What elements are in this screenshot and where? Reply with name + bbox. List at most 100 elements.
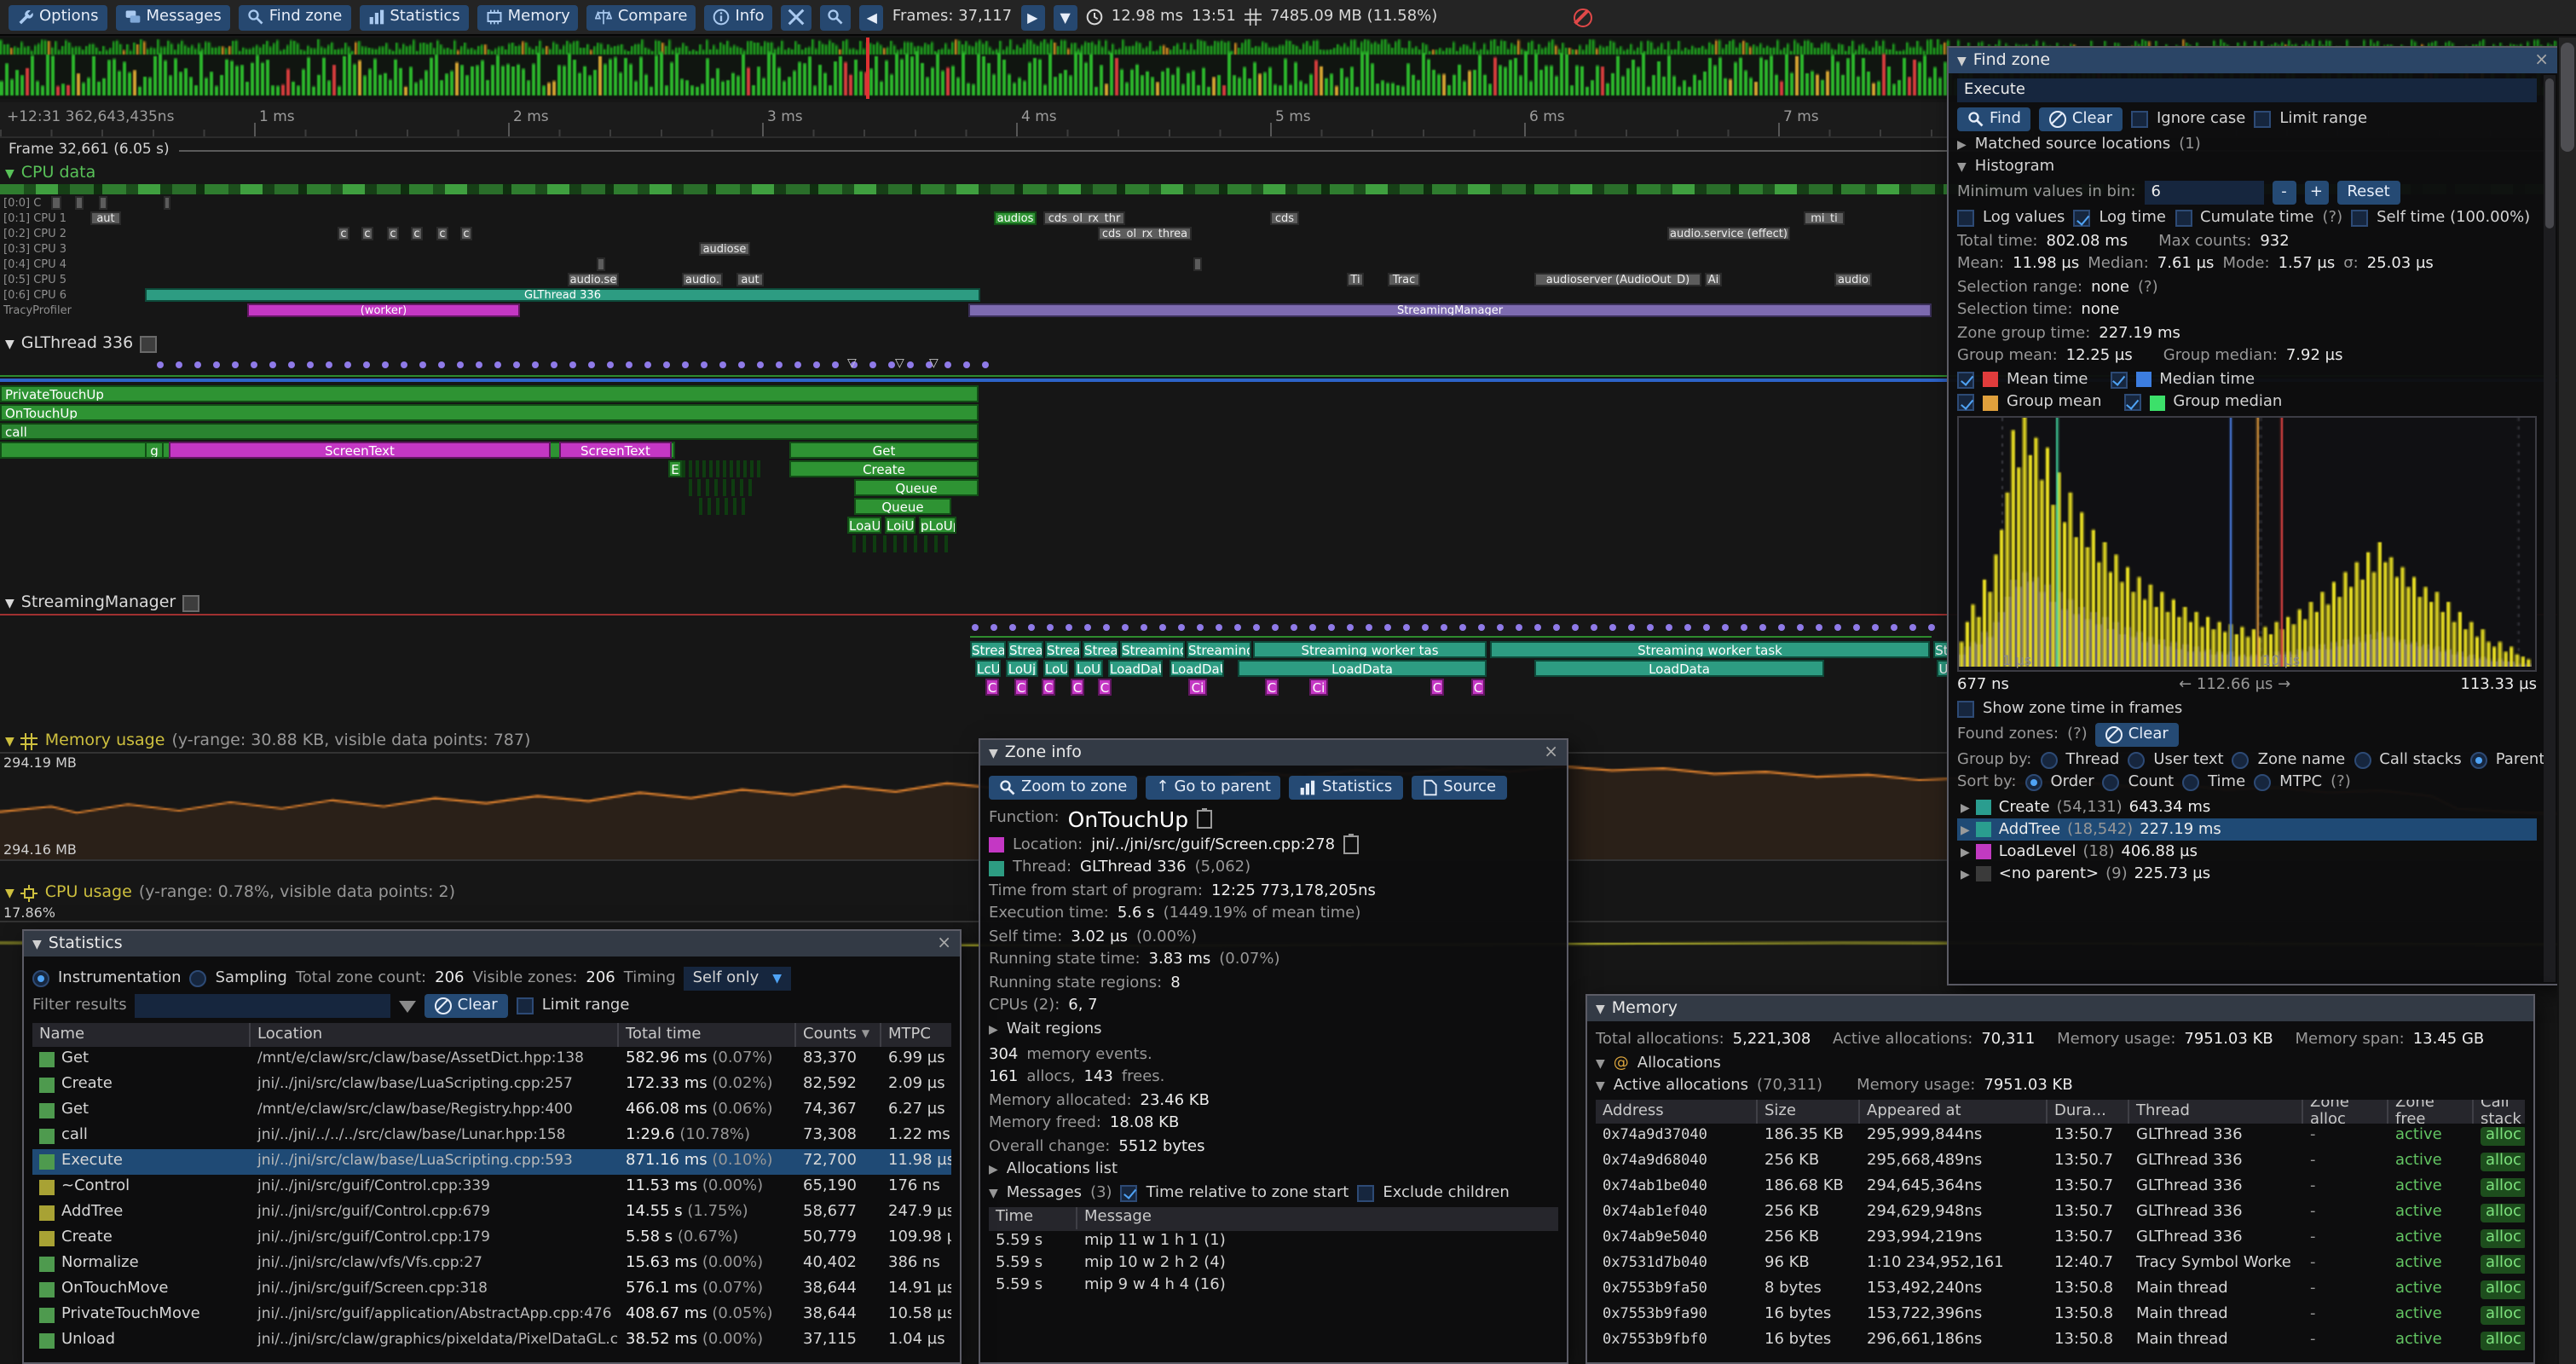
legend-label[interactable]: Group median <box>2173 394 2282 411</box>
time-relative-checkbox[interactable] <box>1121 1184 1138 1201</box>
column-header[interactable]: Time <box>989 1206 1077 1228</box>
zone-bar[interactable]: Ci <box>1188 679 1207 696</box>
message-dot[interactable] <box>269 361 276 368</box>
radio-label[interactable]: Thread <box>2065 751 2119 768</box>
sort-by-radio-count[interactable] <box>2103 774 2120 791</box>
message-dot[interactable] <box>1891 624 1897 631</box>
zone-bar[interactable]: audio <box>1834 273 1872 286</box>
message-dot[interactable] <box>813 361 820 368</box>
zone-bar[interactable]: ScreenText <box>559 442 672 459</box>
expand-icon[interactable]: ▶ <box>1961 845 1970 858</box>
zone-bar[interactable]: c <box>387 227 399 240</box>
log-values-checkbox[interactable] <box>1957 210 1974 227</box>
zoom-button[interactable] <box>821 4 852 30</box>
zone-sliver[interactable] <box>696 460 699 477</box>
message-dot[interactable] <box>232 361 239 368</box>
collapse-icon[interactable]: ▼ <box>989 746 998 760</box>
message-dot[interactable] <box>588 361 595 368</box>
message-dot[interactable] <box>1366 624 1372 631</box>
message-dot[interactable] <box>569 361 576 368</box>
message-dot[interactable] <box>1759 624 1766 631</box>
zone-bar[interactable]: pLoUp <box>919 517 956 534</box>
find-zone-scrollbar[interactable] <box>2544 75 2556 982</box>
zone-bar[interactable]: Streaming <box>1120 641 1185 658</box>
statistics-table-row[interactable]: Createjni/../jni/src/claw/base/LuaScript… <box>32 1072 951 1097</box>
zone-bar[interactable]: LoadDaU <box>1170 660 1224 677</box>
group-by-radio-user-text[interactable] <box>2128 751 2145 768</box>
zone-bar[interactable]: Queue <box>854 498 951 515</box>
zone-bar[interactable]: C <box>1071 679 1084 696</box>
legend-label[interactable]: Median time <box>2159 371 2255 388</box>
message-dot[interactable] <box>1009 624 1016 631</box>
frame-marker[interactable]: ▽ <box>895 356 904 370</box>
collapse-icon[interactable]: ▼ <box>1596 1079 1605 1093</box>
zone-sliver[interactable] <box>914 535 917 552</box>
zone-bar[interactable]: LoU <box>1043 660 1069 677</box>
zone-bar[interactable]: audio.se <box>568 273 619 286</box>
histogram-toggle[interactable]: Histogram <box>1975 159 2054 176</box>
message-dot[interactable] <box>944 361 951 368</box>
message-dot[interactable] <box>1609 624 1616 631</box>
collapse-icon[interactable]: ▼ <box>989 1186 998 1199</box>
cpu-data-header[interactable]: ▼ CPU data <box>5 164 95 182</box>
message-row[interactable]: 5.59 smip 10 w 2 h 2 (4) <box>989 1252 1558 1274</box>
message-dot[interactable] <box>401 361 407 368</box>
message-dot[interactable] <box>326 361 332 368</box>
increase-bin-button[interactable]: + <box>2304 181 2328 205</box>
zone-sliver[interactable] <box>944 535 948 552</box>
message-dot[interactable] <box>869 361 876 368</box>
zone-bar[interactable] <box>99 196 107 210</box>
message-dot[interactable] <box>251 361 257 368</box>
message-dot[interactable] <box>982 361 989 368</box>
matched-locations-toggle[interactable]: Matched source locations <box>1975 136 2170 153</box>
zone-bar[interactable]: E <box>668 460 682 477</box>
message-dot[interactable] <box>551 361 557 368</box>
decrease-bin-button[interactable]: - <box>2272 181 2296 205</box>
column-header[interactable]: Total time <box>619 1022 796 1046</box>
streaming-header[interactable]: ▼ StreamingManager <box>5 593 199 612</box>
memory-table-row[interactable]: 0x7553b9fa508 bytes153,492,240ns13:50.8M… <box>1596 1277 2525 1303</box>
message-dot[interactable] <box>476 361 482 368</box>
zone-bar[interactable]: audio.service (effect) <box>1667 227 1790 240</box>
zone-bar[interactable]: LcU <box>975 660 1001 677</box>
zone-bar[interactable]: Strea <box>970 641 1006 658</box>
help-marker[interactable]: (?) <box>2067 725 2088 743</box>
column-header[interactable]: Message <box>1077 1206 1558 1228</box>
message-dot[interactable] <box>607 361 614 368</box>
found-zone-group[interactable]: ▶<no parent>(9)225.73 µs <box>1957 863 2537 885</box>
zone-bar[interactable]: c <box>436 227 448 240</box>
message-dot[interactable] <box>719 361 726 368</box>
message-dot[interactable] <box>832 361 839 368</box>
checkbox-label[interactable]: Limit range <box>2279 110 2367 127</box>
zone-bar[interactable]: cds_ol_rx_threa <box>1098 227 1192 240</box>
message-dot[interactable] <box>1084 624 1091 631</box>
message-dot[interactable] <box>1441 624 1447 631</box>
message-dot[interactable] <box>494 361 501 368</box>
found-zone-group[interactable]: ▶AddTree(18,542)227.19 ms <box>1957 818 2537 841</box>
statistics-table-row[interactable]: Createjni/../jni/src/guif/Control.cpp:17… <box>32 1225 951 1251</box>
column-header[interactable]: Zone alloc <box>2303 1100 2388 1124</box>
zone-bar[interactable]: c <box>411 227 423 240</box>
zone-sliver[interactable] <box>750 460 754 477</box>
column-header[interactable]: Zone free <box>2388 1100 2474 1124</box>
zone-sliver[interactable] <box>716 498 719 515</box>
info-button[interactable]: Info <box>705 4 773 30</box>
zone-sliver[interactable] <box>733 498 736 515</box>
zone-bar[interactable]: C <box>1042 679 1055 696</box>
radio-label[interactable]: Zone name <box>2258 751 2346 768</box>
alloc-badge[interactable]: alloc <box>2481 1127 2525 1146</box>
frame-marker[interactable]: ▽ <box>929 356 939 370</box>
memory-plot-header[interactable]: ▼ Memory usage (y-range: 30.88 KB, visib… <box>5 731 530 750</box>
checkbox-label[interactable]: Log values <box>1983 210 2065 227</box>
message-dot[interactable] <box>1141 624 1147 631</box>
messages-toggle[interactable]: Messages <box>1007 1184 1082 1201</box>
memory-table-row[interactable]: 0x7553b9fbf016 bytes296,661,186ns13:50.8… <box>1596 1328 2525 1354</box>
message-dot[interactable] <box>438 361 445 368</box>
go-to-parent-button[interactable]: ↑ Go to parent <box>1146 775 1281 799</box>
message-dot[interactable] <box>1459 624 1466 631</box>
message-row[interactable]: 5.59 smip 11 w 1 h 1 (1) <box>989 1230 1558 1252</box>
radio-label[interactable]: Parent <box>2496 751 2545 768</box>
message-dot[interactable] <box>457 361 464 368</box>
alloc-badge[interactable]: alloc <box>2481 1332 2525 1350</box>
statistics-table-row[interactable]: Get/mnt/e/claw/src/claw/base/Registry.hp… <box>32 1097 951 1123</box>
